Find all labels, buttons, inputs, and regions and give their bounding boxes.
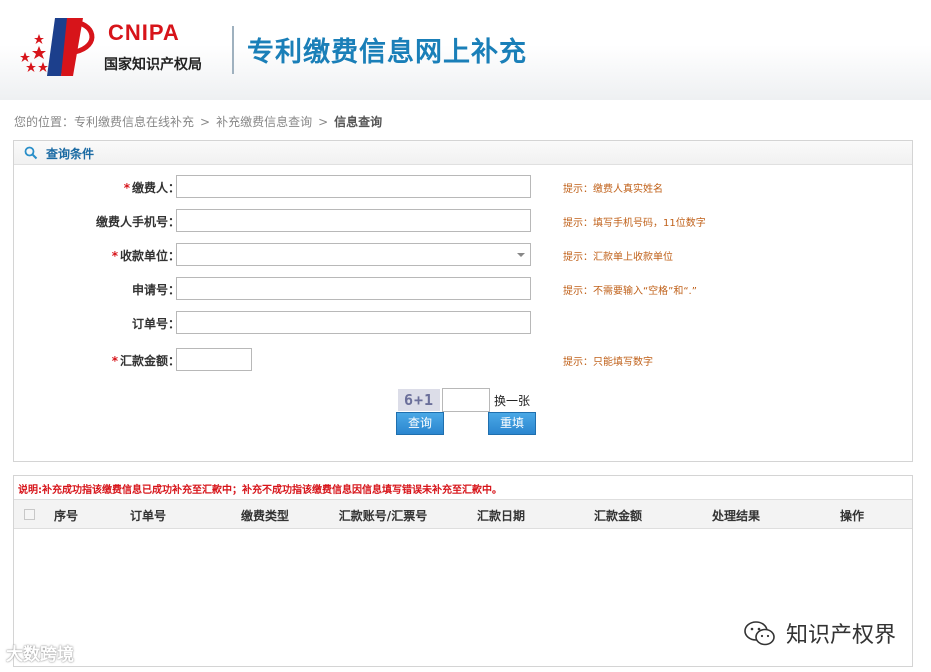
- breadcrumb-item-online-supplement[interactable]: 专利缴费信息在线补充: [74, 115, 194, 129]
- results-table-header: 序号 订单号 缴费类型 汇款账号/汇票号 汇款日期 汇款金额 处理结果 操作: [14, 499, 912, 529]
- phone-hint: 提示：填写手机号码，11位数字: [563, 218, 706, 229]
- column-header-action: 操作: [839, 509, 865, 523]
- column-header-index: 序号: [53, 509, 79, 523]
- page-title: 专利缴费信息网上补充: [247, 37, 527, 68]
- captcha-input[interactable]: [442, 388, 490, 412]
- wechat-icon: [744, 621, 775, 646]
- required-mark: *: [111, 354, 118, 368]
- column-header-payment-type: 缴费类型: [240, 509, 290, 523]
- required-mark: *: [111, 249, 118, 263]
- captcha-refresh-link[interactable]: 换一张: [494, 392, 530, 409]
- order-number-row: 订单号：: [14, 311, 914, 335]
- column-header-order-number: 订单号: [129, 509, 167, 523]
- cnipa-logo-icon: [20, 18, 95, 76]
- phone-row: 缴费人手机号： 提示：填写手机号码，11位数字: [14, 209, 914, 233]
- site-header: CNIPA 国家知识产权局 专利缴费信息网上补充: [0, 0, 931, 100]
- payer-row: * 缴费人： 提示：缴费人真实姓名: [14, 175, 914, 199]
- amount-label-text: 汇款金额：: [119, 354, 180, 368]
- payee-unit-hint: 提示：汇款单上收款单位: [563, 252, 673, 263]
- required-mark: *: [123, 181, 130, 195]
- column-header-result: 处理结果: [711, 509, 761, 523]
- amount-hint: 提示：只能填写数字: [563, 357, 653, 368]
- results-note: 说明:补充成功指该缴费信息已成功补充至汇款中；补充不成功指该缴费信息因信息填写错…: [18, 485, 502, 496]
- breadcrumb-prefix: 您的位置：: [14, 115, 75, 129]
- watermark-left: 大数跨境: [6, 645, 74, 665]
- reset-button[interactable]: 重填: [488, 412, 536, 435]
- breadcrumb-separator: >: [318, 115, 329, 129]
- payer-input[interactable]: [176, 175, 531, 198]
- payee-unit-select[interactable]: [176, 243, 531, 266]
- header-divider: [232, 26, 234, 74]
- breadcrumb-item-supplement-query[interactable]: 补充缴费信息查询: [216, 115, 312, 129]
- breadcrumb-separator: >: [200, 115, 211, 129]
- column-header-remittance-date: 汇款日期: [476, 509, 526, 523]
- application-number-input[interactable]: [176, 277, 531, 300]
- query-panel-header: 查询条件: [14, 141, 912, 165]
- application-number-hint: 提示：不需要输入“空格”和“.”: [563, 286, 697, 297]
- amount-input[interactable]: [176, 348, 252, 371]
- search-icon: [24, 146, 38, 160]
- breadcrumb-item-info-query: 信息查询: [334, 115, 383, 129]
- logo-subtitle: 国家知识产权局: [104, 57, 202, 73]
- payer-label: * 缴费人：: [124, 179, 180, 196]
- payee-unit-label: * 收款单位：: [112, 247, 180, 264]
- amount-row: * 汇款金额： 提示：只能填写数字: [14, 348, 914, 372]
- phone-input[interactable]: [176, 209, 531, 232]
- payer-hint: 提示：缴费人真实姓名: [563, 184, 663, 195]
- amount-label: * 汇款金额：: [112, 352, 180, 369]
- payee-unit-row: * 收款单位： 提示：汇款单上收款单位: [14, 243, 914, 267]
- order-number-label: 订单号：: [131, 317, 180, 331]
- column-header-remittance-account: 汇款账号/汇票号: [338, 509, 428, 523]
- payer-label-text: 缴费人：: [131, 181, 180, 195]
- payee-unit-label-text: 收款单位：: [119, 249, 180, 263]
- query-panel-title: 查询条件: [46, 147, 95, 161]
- watermark-right-text: 知识产权界: [786, 623, 897, 648]
- chevron-down-icon[interactable]: [517, 253, 525, 257]
- order-number-input[interactable]: [176, 311, 531, 334]
- column-header-remittance-amount: 汇款金额: [593, 509, 643, 523]
- captcha-image: 6+1: [398, 389, 440, 411]
- select-all-checkbox[interactable]: [24, 509, 35, 520]
- application-number-label: 申请号：: [131, 283, 180, 297]
- query-button[interactable]: 查询: [396, 412, 444, 435]
- phone-label: 缴费人手机号：: [95, 215, 180, 229]
- application-number-row: 申请号： 提示：不需要输入“空格”和“.”: [14, 277, 914, 301]
- query-panel: 查询条件 * 缴费人： 提示：缴费人真实姓名 缴费人手机号： 提示：填写手机号码，…: [13, 140, 913, 462]
- breadcrumb: 您的位置：专利缴费信息在线补充 > 补充缴费信息查询 > 信息查询: [14, 113, 382, 130]
- results-panel: 说明:补充成功指该缴费信息已成功补充至汇款中；补充不成功指该缴费信息因信息填写错…: [13, 475, 913, 667]
- logo-text: CNIPA: [108, 20, 180, 45]
